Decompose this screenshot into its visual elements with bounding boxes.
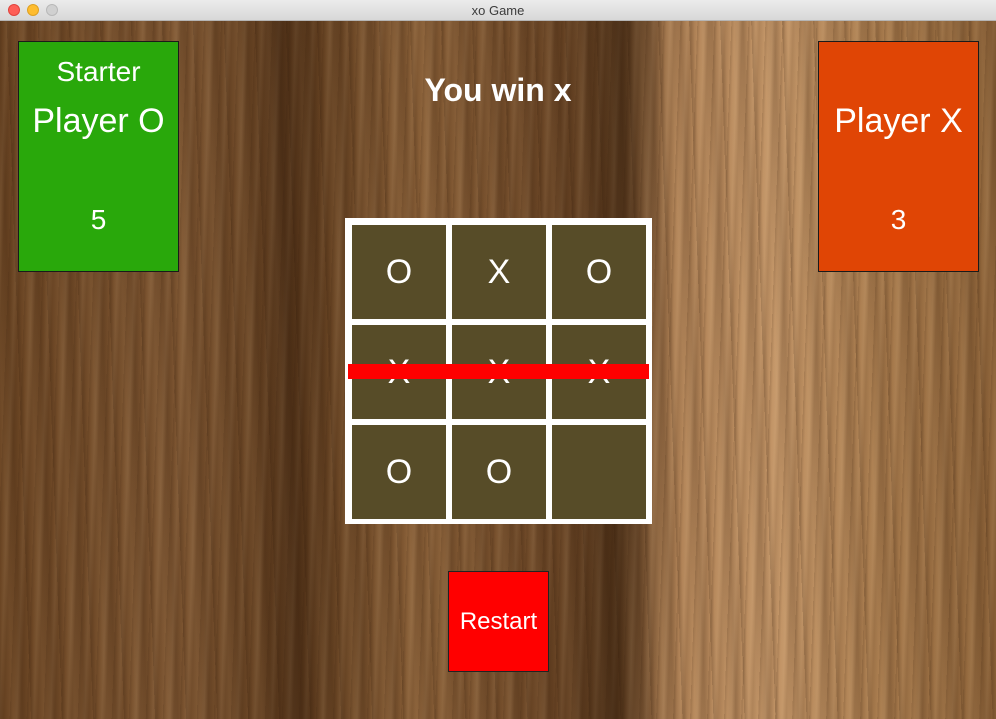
window-titlebar: xo Game (0, 0, 996, 21)
game-board: O X O X X X O O (345, 218, 652, 524)
player-o-score: 5 (90, 204, 107, 235)
game-status-message: You win x (424, 72, 572, 108)
window-title: xo Game (471, 3, 525, 18)
board-cell-1[interactable]: O (352, 225, 446, 319)
restart-button[interactable]: Restart (448, 571, 549, 672)
board-cell-9[interactable] (552, 425, 646, 519)
board-cell-8[interactable]: O (452, 425, 546, 519)
player-x-score: 3 (890, 204, 907, 235)
board-cell-3[interactable]: O (552, 225, 646, 319)
winning-line (348, 364, 649, 379)
board-cell-2[interactable]: X (452, 225, 546, 319)
board-cell-7[interactable]: O (352, 425, 446, 519)
